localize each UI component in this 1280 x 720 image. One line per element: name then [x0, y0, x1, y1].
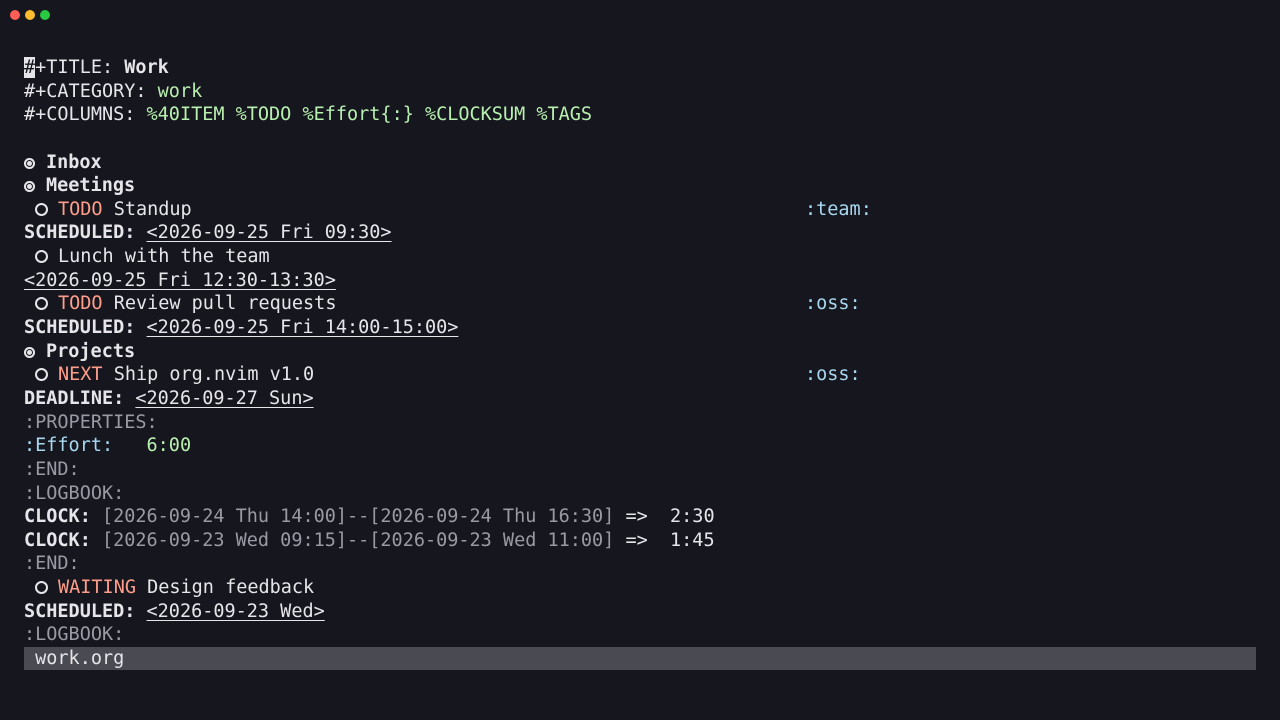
heading-projects[interactable]: Projects — [24, 340, 1256, 364]
scheduled-date[interactable]: <2026-09-25 Fri 09:30> — [147, 222, 392, 243]
clock-label: CLOCK: — [24, 506, 91, 528]
next-keyword: NEXT — [58, 364, 103, 386]
deadline-label: DEADLINE: — [24, 387, 125, 409]
close-window-button[interactable] — [10, 10, 20, 20]
timestamp-line: <2026-09-25 Fri 12:30-13:30> — [24, 269, 1256, 293]
scheduled-label: SCHEDULED: — [24, 317, 136, 339]
clock-arrow: => — [625, 529, 648, 551]
clock-duration: 1:45 — [670, 529, 715, 551]
logbook-label: :LOGBOOK: — [24, 624, 125, 646]
logbook-drawer-end: :END: — [24, 552, 1256, 576]
end-label: :END: — [24, 553, 80, 575]
category-line: #+CATEGORY: work — [24, 80, 1256, 104]
scheduled-label: SCHEDULED: — [24, 222, 136, 244]
clock-range: [2026-09-24 Thu 14:00]--[2026-09-24 Thu … — [101, 506, 615, 528]
columns-keyword: #+COLUMNS: — [24, 104, 147, 126]
logbook-label: :LOGBOOK: — [24, 482, 125, 504]
item-review[interactable]: TODO Review pull requests :oss: — [24, 292, 1256, 316]
item-design[interactable]: WAITING Design feedback — [24, 576, 1256, 600]
maximize-window-button[interactable] — [40, 10, 50, 20]
item-lunch[interactable]: Lunch with the team — [24, 245, 1256, 269]
item-title: Review pull requests — [102, 293, 337, 315]
effort-value: 6:00 — [146, 435, 192, 457]
title-line: #+TITLE: Work — [24, 56, 1256, 80]
item-title: Lunch with the team — [58, 246, 270, 268]
scheduled-line: SCHEDULED: <2026-09-23 Wed> — [24, 600, 1256, 624]
item-title: Design feedback — [135, 577, 315, 599]
window-controls — [10, 10, 50, 20]
heading-bullet-icon — [24, 346, 35, 358]
heading-inbox[interactable]: Inbox — [24, 151, 1256, 175]
item-bullet-icon — [35, 368, 48, 382]
status-bar: work.org — [24, 647, 1256, 670]
columns-line: #+COLUMNS: %40ITEM %TODO %Effort{:} %CLO… — [24, 103, 1256, 127]
item-standup[interactable]: TODO Standup :team: — [24, 198, 1256, 222]
todo-keyword: TODO — [58, 293, 103, 315]
scheduled-line: SCHEDULED: <2026-09-25 Fri 09:30> — [24, 221, 1256, 245]
heading-meetings[interactable]: Meetings — [24, 174, 1256, 198]
todo-keyword: TODO — [58, 198, 103, 220]
title-keyword: +TITLE: — [35, 57, 125, 78]
item-bullet-icon — [35, 581, 48, 595]
editor-buffer[interactable]: #+TITLE: Work #+CATEGORY: work #+COLUMNS… — [24, 56, 1256, 647]
scheduled-date[interactable]: <2026-09-25 Fri 14:00-15:00> — [147, 317, 459, 338]
properties-label: :PROPERTIES: — [24, 411, 158, 433]
heading-projects-label: Projects — [46, 340, 136, 362]
status-filename: work.org — [35, 648, 125, 669]
columns-value: %40ITEM %TODO %Effort{:} %CLOCKSUM %TAGS — [146, 104, 593, 126]
tag-oss: :oss: — [805, 364, 861, 386]
item-bullet-icon — [35, 202, 48, 216]
title-value: Work — [124, 57, 169, 78]
clock-entry: CLOCK: [2026-09-23 Wed 09:15]--[2026-09-… — [24, 529, 1256, 553]
item-title: Standup — [102, 198, 192, 220]
heading-bullet-icon — [24, 181, 35, 193]
scheduled-line: SCHEDULED: <2026-09-25 Fri 14:00-15:00> — [24, 316, 1256, 340]
category-value: work — [157, 80, 203, 102]
scheduled-date[interactable]: <2026-09-23 Wed> — [147, 601, 325, 622]
heading-meetings-label: Meetings — [46, 175, 136, 197]
properties-drawer-end: :END: — [24, 458, 1256, 482]
properties-drawer-start[interactable]: :PROPERTIES: — [24, 411, 1256, 435]
waiting-keyword: WAITING — [58, 577, 136, 599]
clock-arrow: => — [625, 506, 648, 528]
deadline-date[interactable]: <2026-09-27 Sun> — [135, 388, 313, 409]
item-ship[interactable]: NEXT Ship org.nvim v1.0 :oss: — [24, 363, 1256, 387]
text-cursor: # — [24, 57, 36, 78]
category-keyword: #+CATEGORY: — [24, 80, 158, 102]
deadline-line: DEADLINE: <2026-09-27 Sun> — [24, 387, 1256, 411]
tag-team: :team: — [805, 198, 872, 220]
minimize-window-button[interactable] — [25, 10, 35, 20]
item-bullet-icon — [35, 297, 48, 311]
clock-duration: 2:30 — [670, 506, 715, 528]
effort-property: :Effort: 6:00 — [24, 434, 1256, 458]
heading-bullet-icon — [24, 157, 35, 169]
item-bullet-icon — [35, 250, 48, 264]
logbook-drawer-start[interactable]: :LOGBOOK: — [24, 623, 1256, 647]
clock-range: [2026-09-23 Wed 09:15]--[2026-09-23 Wed … — [101, 529, 615, 551]
tag-oss: :oss: — [805, 293, 861, 315]
heading-inbox-label: Inbox — [46, 151, 102, 173]
logbook-drawer-start[interactable]: :LOGBOOK: — [24, 482, 1256, 506]
clock-label: CLOCK: — [24, 529, 91, 551]
clock-entry: CLOCK: [2026-09-24 Thu 14:00]--[2026-09-… — [24, 505, 1256, 529]
item-title: Ship org.nvim v1.0 — [102, 364, 315, 386]
scheduled-label: SCHEDULED: — [24, 600, 136, 622]
end-label: :END: — [24, 458, 80, 480]
active-timestamp[interactable]: <2026-09-25 Fri 12:30-13:30> — [24, 270, 336, 291]
effort-key: :Effort: — [24, 435, 114, 457]
